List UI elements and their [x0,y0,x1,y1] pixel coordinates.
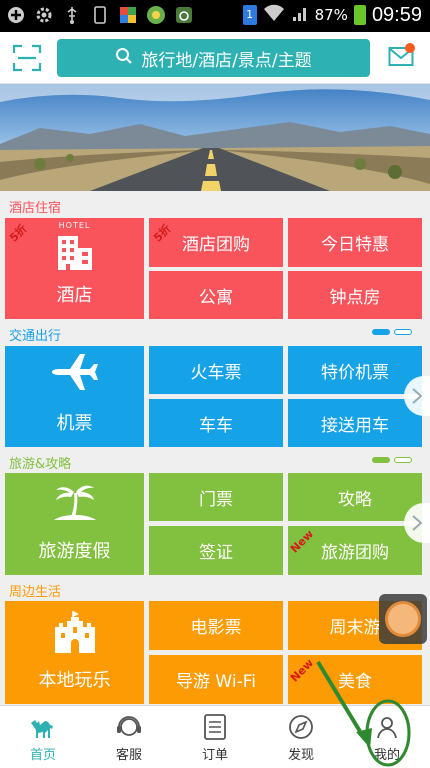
discount-badge: 5折 [7,222,30,245]
tile-airport-transfer-label: 接送用车 [321,415,389,436]
page-dot-active [372,329,390,335]
tile-flights-label: 机票 [56,413,93,434]
phone-notification-icon [90,5,110,25]
tile-apartment-label: 公寓 [199,287,233,308]
tile-tour-groupbuy-label: 旅游团购 [321,543,389,563]
tile-hotel-label: 酒店 [56,285,93,306]
airplane-icon [50,352,100,397]
annotation-arrow-overlay [316,660,411,767]
tile-vacation-label: 旅游度假 [38,541,111,562]
tile-today-deals-label: 今日特惠 [321,235,389,255]
tab-service-label: 客服 [115,748,142,763]
tile-hourly-room-label: 钟点房 [329,287,381,308]
scan-icon[interactable] [12,44,42,72]
section-title-local: 周边生活 [9,585,62,600]
tile-local-fun[interactable]: 本地玩乐 [5,601,144,704]
tile-guides-label: 攻略 [338,489,372,510]
palm-tree-icon [50,478,100,529]
battery-icon [353,5,366,25]
tab-home[interactable]: 首页 [0,706,86,768]
clock: 09:59 [371,3,422,26]
tile-car[interactable]: 车车 [149,399,283,447]
headset-icon [117,716,141,736]
top-header: 旅行地/酒店/景点/主题 [0,32,430,84]
page-dot [394,329,412,335]
hotel-building-icon: HOTEL [55,221,95,275]
tile-visa-label: 签证 [199,543,233,563]
sim-badge: 1 [242,5,257,25]
tile-hotel-groupbuy-label: 酒店团购 [182,235,250,255]
lock-notification-icon [174,5,194,25]
tile-train-tickets-label: 火车票 [190,362,242,383]
tile-train-tickets[interactable]: 火车票 [149,346,283,394]
tile-apartment[interactable]: 公寓 [149,271,283,319]
tile-flights[interactable]: 机票 [5,346,144,447]
tab-orders-label: 订单 [201,748,228,763]
shield-notification-icon [118,5,138,25]
tab-orders[interactable]: 订单 [172,706,258,768]
tab-home-label: 首页 [29,748,56,763]
usb-icon [62,5,82,25]
camel-icon [31,720,53,738]
tile-discount-flights[interactable]: 特价机票 [288,346,422,394]
tile-guides[interactable]: 攻略 [288,473,422,521]
hotel-caption: HOTEL [58,221,91,230]
tile-car-label: 车车 [199,415,233,436]
settings-notification-icon [34,5,54,25]
signal-icon [291,3,309,27]
status-bar: 1 87% 09:59 [0,0,430,32]
road-landscape-image [0,84,430,191]
search-placeholder: 旅行地/酒店/景点/主题 [141,50,312,71]
app-notification-icon [146,5,166,25]
assistive-touch-icon [385,601,421,637]
promo-banner[interactable] [0,84,430,191]
tile-hotel[interactable]: HOTEL 酒店 5折 [5,218,144,319]
tile-vacation[interactable]: 旅游度假 [5,473,144,575]
new-badge: New [288,527,317,556]
battery-percent: 87% [314,6,348,24]
section-title-hotel: 酒店住宿 [9,201,62,216]
tile-discount-flights-label: 特价机票 [321,362,389,383]
wifi-icon [263,3,285,27]
section-title-travel: 旅游&攻略 [9,457,72,472]
tile-local-fun-label: 本地玩乐 [38,670,111,691]
add-notification-icon [6,5,26,25]
tile-airport-transfer[interactable]: 接送用车 [288,399,422,447]
tile-visa[interactable]: 签证 [149,526,283,575]
castle-icon [53,609,97,658]
search-bar[interactable]: 旅行地/酒店/景点/主题 [57,39,370,77]
order-list-icon [204,714,226,740]
tile-hourly-room[interactable]: 钟点房 [288,271,422,319]
tile-hotel-groupbuy[interactable]: 5折 酒店团购 [149,218,283,267]
section-title-transport: 交通出行 [9,329,62,344]
app-screen: 1 87% 09:59 旅行地/酒店/景点/主题 酒店住宿 HOTEL 酒店 5… [0,0,430,768]
tile-guide-wifi-label: 导游 Wi-Fi [176,672,256,692]
search-icon [115,47,133,70]
message-unread-dot [405,43,415,53]
tab-service[interactable]: 客服 [86,706,172,768]
page-dot [394,457,412,463]
page-dot-active [372,457,390,463]
tile-today-deals[interactable]: 今日特惠 [288,218,422,267]
floating-assistive-button[interactable] [379,594,427,644]
tile-guide-wifi[interactable]: 导游 Wi-Fi [149,655,283,704]
tile-tickets-label: 门票 [199,489,233,510]
tile-movie-tickets-label: 电影票 [190,618,242,638]
tile-weekend-trips-label: 周末游 [329,618,381,638]
tile-tour-groupbuy[interactable]: New 旅游团购 [288,526,422,575]
page-indicator-travel [372,457,412,463]
tile-tickets[interactable]: 门票 [149,473,283,521]
discount-badge: 5折 [151,222,174,245]
tile-movie-tickets[interactable]: 电影票 [149,601,283,650]
page-indicator-transport [372,329,412,335]
